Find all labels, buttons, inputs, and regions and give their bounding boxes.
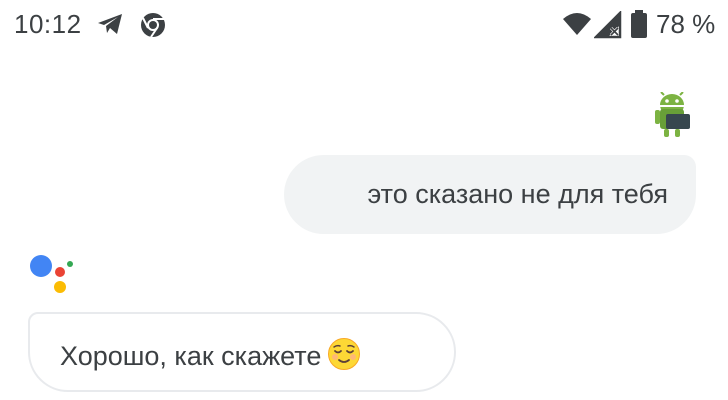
status-bar: 10:12 78 % [0,0,728,48]
battery-icon [631,10,647,38]
google-assistant-logo [30,255,73,293]
assistant-message-bubble: Хорошо, как скажете [28,312,456,392]
android-robot-avatar [655,92,690,137]
telegram-icon [98,14,122,34]
wifi-icon [563,13,591,35]
chrome-icon [141,13,165,38]
user-message-bubble: это сказано не для тебя [284,155,696,234]
relieved-face-emoji-icon [328,338,361,370]
assistant-message-line: Хорошо, как скажете [60,337,361,372]
status-time: 10:12 [14,9,82,39]
assistant-message-text: Хорошо, как скажете [60,341,322,371]
user-message-text: это сказано не для тебя [367,179,668,209]
signal-no-service-icon [594,11,622,39]
battery-percent: 78 % [656,9,716,39]
